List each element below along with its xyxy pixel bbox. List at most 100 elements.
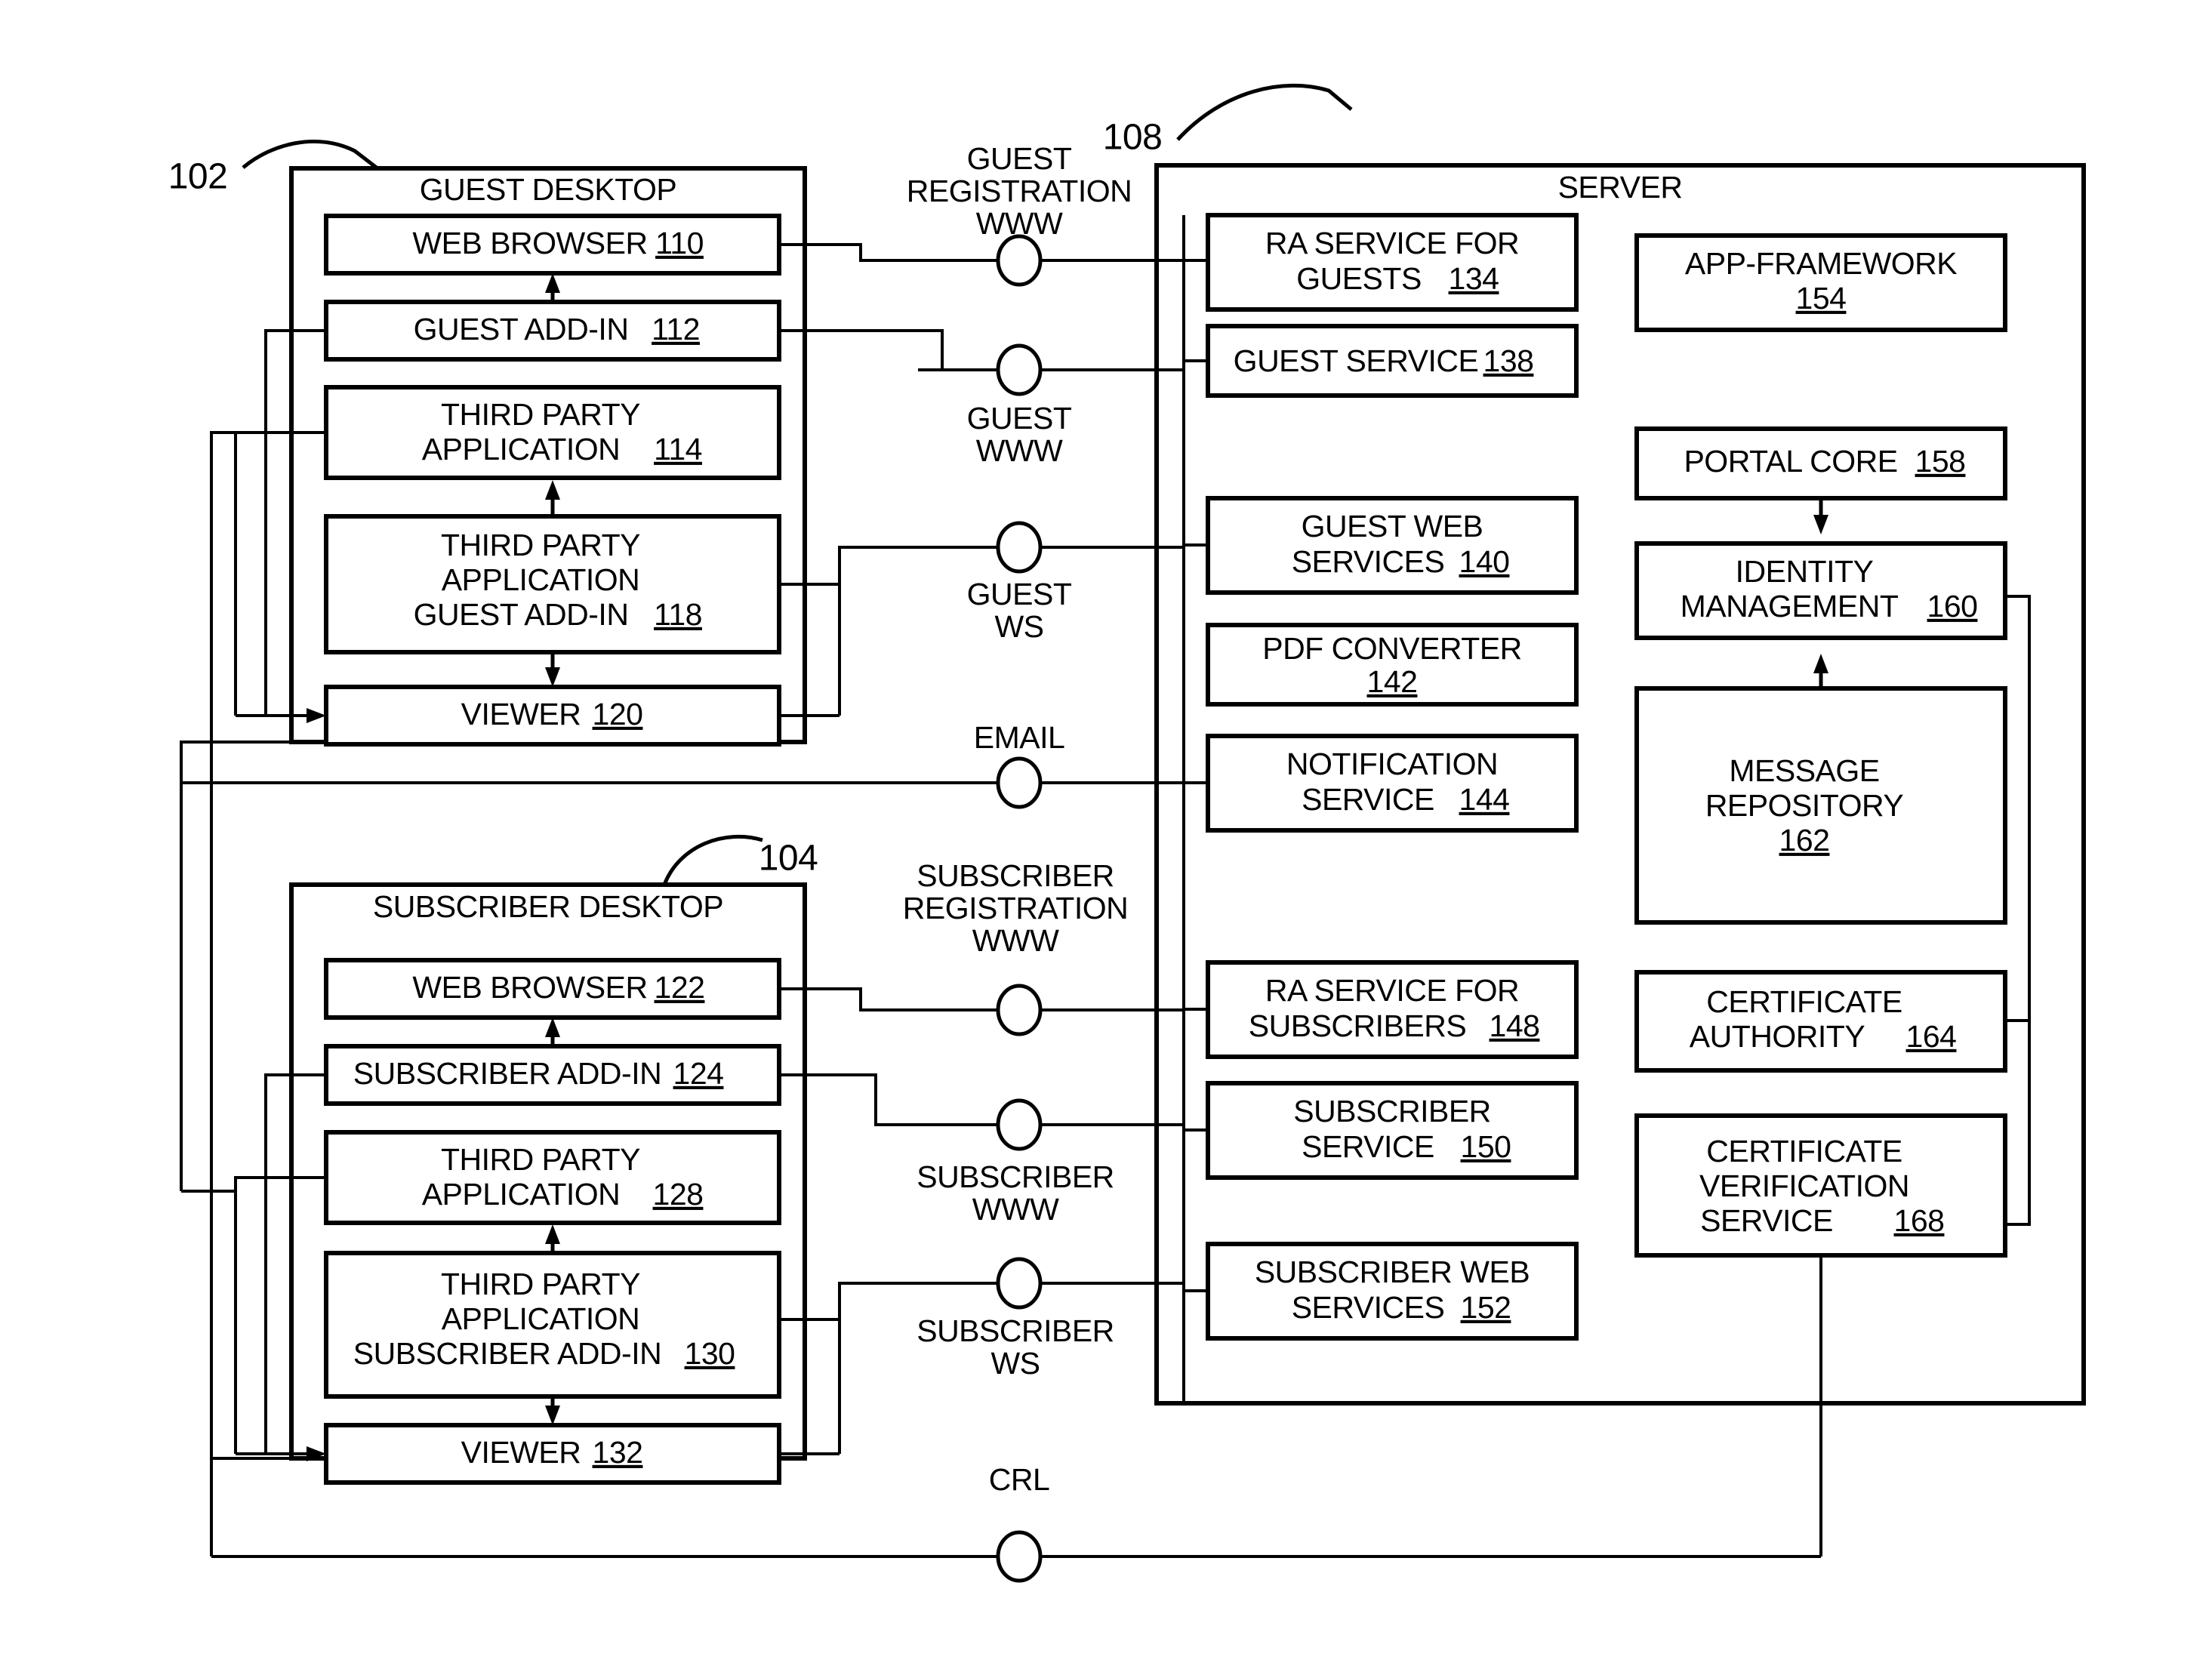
- connector-node-subscriber-registration-www[interactable]: [996, 984, 1043, 1036]
- arrowhead-tpa-guestaddin-to-viewer: [545, 667, 560, 687]
- wire-guest-bus-1: [210, 431, 326, 1556]
- wire-identity-to-cvs: [2005, 595, 2031, 1226]
- subscriber-box-web-browser-num: 122: [655, 970, 705, 1005]
- guest-box-web-browser-num: 110: [655, 226, 704, 260]
- server-box-cert-authority-line2: AUTHORITY: [1690, 1019, 1865, 1054]
- server-title: SERVER: [1558, 170, 1683, 205]
- server-box-cvs-line1: CERTIFICATE: [1706, 1134, 1902, 1168]
- server-box-sub-service-num: 150: [1461, 1129, 1511, 1164]
- leader-line-102: [242, 140, 379, 170]
- guest-box-third-party-application-line1: THIRD PARTY: [441, 397, 640, 432]
- conn-sub-ws-line2: WS: [990, 1346, 1040, 1381]
- subscriber-desktop-title: SUBSCRIBER DESKTOP: [373, 889, 723, 924]
- conn-sub-reg-www-line1: SUBSCRIBER: [917, 858, 1114, 893]
- arrowhead-subaddin-to-browser: [545, 1018, 560, 1037]
- server-box-ra-guests-line2: GUESTS: [1296, 261, 1422, 296]
- server-box-sub-ws-num: 152: [1461, 1290, 1511, 1325]
- server-box-cert-authority-num: 164: [1906, 1019, 1957, 1054]
- server-box-message-repo-line1: MESSAGE: [1729, 753, 1879, 788]
- wire-subbrowser-to-sub-reg: [779, 987, 918, 1011]
- conn-sub-www-line1: SUBSCRIBER: [917, 1159, 1114, 1194]
- server-box-guest-service-label: GUEST SERVICE: [1234, 343, 1479, 378]
- server-box-notification-num: 144: [1459, 782, 1510, 817]
- server-box-ra-guests-line1: RA SERVICE FOR: [1265, 226, 1519, 260]
- server-box-ra-subs-line2: SUBSCRIBERS: [1249, 1008, 1466, 1043]
- server-box-cvs-num: 168: [1894, 1203, 1945, 1238]
- server-box-notification-line2: SERVICE: [1302, 782, 1434, 817]
- subscriber-box-web-browser-label: WEB BROWSER: [412, 970, 647, 1005]
- server-box-app-framework-label: APP-FRAMEWORK: [1685, 246, 1957, 281]
- wire-subaddin-to-sub-www: [779, 1073, 918, 1126]
- connector-node-guest-www[interactable]: [996, 343, 1043, 396]
- arrowhead-tpa-subaddin-to-tpa: [545, 1224, 560, 1244]
- conn-guest-reg-www-line2: REGISTRATION: [907, 174, 1132, 208]
- conn-crl-line1: CRL: [989, 1462, 1050, 1497]
- connector-node-email[interactable]: [996, 756, 1043, 809]
- patent-figure-canvas: GUEST DESKTOP 102 WEB BROWSER 110 GUEST …: [0, 0, 2212, 1675]
- connector-node-subscriber-ws[interactable]: [996, 1257, 1043, 1310]
- subscriber-box-viewer-label: VIEWER: [461, 1435, 581, 1470]
- conn-sub-ws-line1: SUBSCRIBER: [917, 1313, 1114, 1348]
- server-box-portal-core-label: PORTAL CORE: [1684, 444, 1897, 479]
- server-box-ra-guests-num: 134: [1449, 261, 1499, 296]
- wire-subaddin-left: [264, 1073, 326, 1454]
- conn-sub-reg-www-line3: WWW: [972, 923, 1059, 958]
- server-box-sub-service-line1: SUBSCRIBER: [1293, 1094, 1491, 1128]
- guest-box-tpa-guest-addin-line3: GUEST ADD-IN: [414, 597, 629, 632]
- server-box-ra-subs-num: 148: [1490, 1008, 1540, 1043]
- server-box-identity-line1: IDENTITY: [1736, 554, 1874, 589]
- diagram-svg: GUEST DESKTOP 102 WEB BROWSER 110 GUEST …: [168, 83, 2086, 1583]
- subscriber-box-tpa-addin-num: 130: [685, 1336, 735, 1371]
- conn-guest-ws-line2: WS: [994, 609, 1043, 644]
- connector-node-guest-ws[interactable]: [996, 521, 1043, 574]
- guest-desktop-title: GUEST DESKTOP: [420, 172, 677, 207]
- subscriber-box-tpa-num: 128: [653, 1177, 704, 1212]
- subscriber-box-subscriber-add-in-label: SUBSCRIBER ADD-IN: [353, 1056, 661, 1091]
- server-box-notification-line1: NOTIFICATION: [1286, 747, 1498, 781]
- conn-guest-reg-www-line1: GUEST: [967, 141, 1072, 176]
- connector-node-subscriber-www[interactable]: [996, 1098, 1043, 1151]
- server-box-sub-ws-line2: SERVICES: [1292, 1290, 1445, 1325]
- arrowhead-tpa-subaddin-to-viewer: [545, 1406, 560, 1425]
- leader-line-108: [1176, 83, 1353, 141]
- arrowhead-into-guest-viewer: [307, 708, 326, 723]
- guest-box-tpa-guest-addin-line2: APPLICATION: [442, 562, 640, 597]
- guest-box-viewer-num: 120: [593, 697, 643, 731]
- wire-guest-addin-left: [264, 329, 326, 716]
- conn-guest-reg-www-line3: WWW: [976, 206, 1063, 241]
- connector-node-guest-registration-www[interactable]: [996, 234, 1043, 287]
- guest-box-guest-add-in-num: 112: [652, 312, 700, 346]
- server-box-message-repo-line2: REPOSITORY: [1705, 788, 1903, 823]
- conn-sub-www-line2: WWW: [972, 1192, 1059, 1227]
- guest-box-viewer-label: VIEWER: [461, 697, 581, 731]
- server-box-guest-ws-line1: GUEST WEB: [1302, 509, 1483, 543]
- subscriber-box-tpa-addin-line2: APPLICATION: [442, 1301, 640, 1336]
- wire-sub-tpa-left: [234, 1176, 326, 1454]
- subscriber-box-tpa-line2: APPLICATION: [422, 1177, 621, 1212]
- guest-box-tpa-guest-addin-num: 118: [654, 597, 702, 632]
- server-box-sub-service-line2: SERVICE: [1302, 1129, 1434, 1164]
- wire-tpa-addin-to-guest-ws: [779, 546, 918, 586]
- server-box-message-repo-num: 162: [1779, 823, 1830, 858]
- wire-guest-bus-2: [180, 741, 291, 1191]
- leader-line-104: [662, 834, 763, 885]
- subscriber-box-tpa-addin-line3: SUBSCRIBER ADD-IN: [353, 1336, 661, 1371]
- server-box-guest-service-num: 138: [1483, 343, 1534, 378]
- connector-node-crl[interactable]: [996, 1530, 1043, 1583]
- subscriber-box-tpa-line1: THIRD PARTY: [441, 1142, 640, 1177]
- subscriber-box-tpa-addin-line1: THIRD PARTY: [441, 1267, 640, 1301]
- server-box-ra-subs-line1: RA SERVICE FOR: [1265, 973, 1519, 1008]
- subscriber-box-subscriber-add-in-num: 124: [673, 1056, 724, 1091]
- arrowhead-guest-addin-to-browser: [545, 273, 560, 293]
- ref-numeral-102: 102: [168, 157, 228, 197]
- ref-numeral-108: 108: [1103, 118, 1163, 158]
- conn-email-line1: EMAIL: [974, 720, 1065, 755]
- arrowhead-portal-core-to-identity: [1813, 515, 1828, 534]
- subscriber-box-viewer-num: 132: [593, 1435, 643, 1470]
- guest-box-guest-add-in-label: GUEST ADD-IN: [414, 312, 629, 346]
- server-box-guest-ws-num: 140: [1459, 544, 1510, 579]
- conn-sub-reg-www-line2: REGISTRATION: [903, 891, 1128, 925]
- guest-box-web-browser-label: WEB BROWSER: [412, 226, 647, 260]
- server-box-cvs-line2: VERIFICATION: [1699, 1168, 1909, 1203]
- guest-box-tpa-guest-addin-line1: THIRD PARTY: [441, 528, 640, 562]
